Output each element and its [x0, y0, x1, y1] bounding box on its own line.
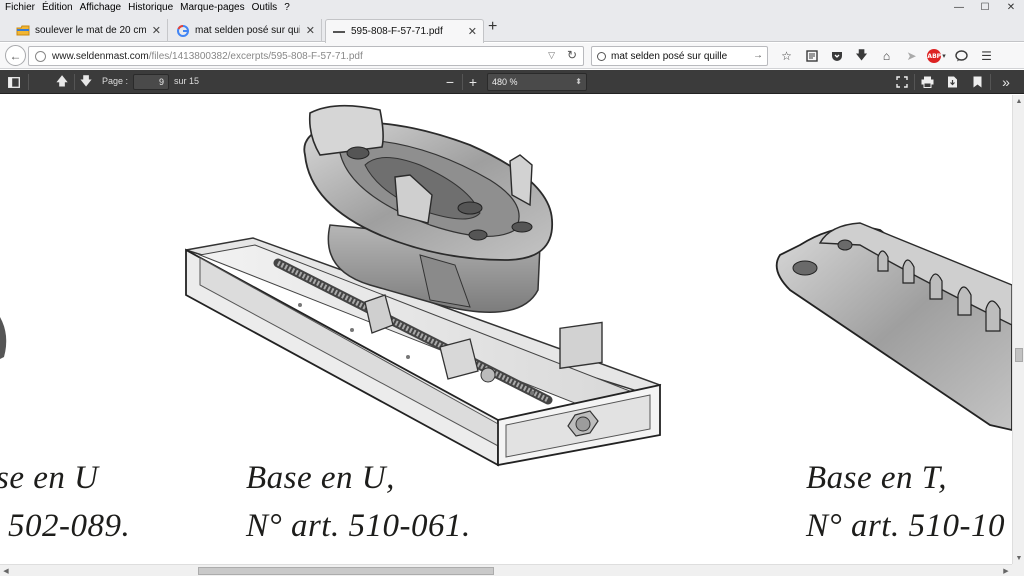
search-go-icon[interactable]: → [753, 50, 763, 61]
reading-list-icon[interactable] [799, 46, 824, 66]
pdf-document-view: se en U 502-089. Base en U, N° art. 510-… [0, 95, 1012, 564]
caption-t-base-title: Base en T, [806, 460, 947, 496]
fullscreen-icon[interactable] [892, 73, 912, 91]
tab-label: mat selden posé sur quille ... [195, 25, 300, 36]
save-document-icon[interactable] [942, 73, 962, 91]
toolbar-separator [990, 74, 991, 90]
maximize-button[interactable]: ☐ [972, 0, 998, 15]
pdf-toolbar: 🡅 🡇 Page : sur 15 − + 480 % ⬍ » [0, 70, 1024, 94]
vertical-scrollbar[interactable]: ▲ ▼ [1012, 95, 1024, 564]
zoom-select[interactable]: 480 % ⬍ [487, 73, 587, 91]
menu-edition[interactable]: Édition [38, 2, 76, 13]
toolbar-separator [914, 74, 915, 90]
tab-pdf-active[interactable]: 595-808-F-57-71.pdf ✕ [325, 19, 484, 43]
send-icon[interactable]: ➤ [899, 46, 924, 66]
tools-menu-icon[interactable]: » [996, 73, 1016, 91]
menu-bar: Fichier Édition Affichage Historique Mar… [0, 0, 1024, 15]
url-text[interactable]: www.seldenmast.com/files/1413800382/exce… [52, 51, 363, 62]
google-favicon-icon [176, 24, 190, 38]
menu-outils[interactable]: Outils [248, 2, 281, 13]
back-button[interactable]: ← [5, 45, 26, 66]
search-bar[interactable]: → [591, 46, 768, 66]
menu-icon[interactable]: ☰ [974, 46, 999, 66]
zoom-out-button[interactable]: − [440, 73, 460, 91]
home-icon[interactable]: ⌂ [874, 46, 899, 66]
search-icon [597, 51, 606, 61]
tab-soulever[interactable]: soulever le mat de 20 cm s... ✕ [10, 19, 168, 42]
toolbar-separator [74, 74, 75, 90]
tab-label: 595-808-F-57-71.pdf [351, 26, 443, 37]
reload-icon[interactable]: ↻ [567, 48, 577, 62]
scroll-right-icon[interactable]: ▶ [1000, 565, 1012, 577]
scrollbar-corner [1012, 564, 1024, 576]
left-partial-drawing [0, 317, 7, 359]
chat-icon[interactable] [949, 46, 974, 66]
scroll-left-icon[interactable]: ◀ [0, 565, 12, 577]
toolbar-icons: ☆ 🡇 ⌂ ➤ ABP ▾ ☰ [774, 46, 999, 66]
chevron-down-icon: ⬍ [575, 77, 582, 86]
pdf-favicon-icon [332, 25, 346, 39]
page-number-input[interactable] [133, 74, 169, 90]
tab-strip: soulever le mat de 20 cm s... ✕ mat seld… [0, 15, 1024, 43]
horizontal-scrollbar[interactable]: ◀ ▶ [0, 564, 1012, 576]
tab-close-icon[interactable]: ✕ [152, 24, 161, 37]
sidebar-toggle-icon[interactable] [4, 73, 24, 91]
url-dropdown-icon[interactable]: ▽ [548, 50, 555, 61]
menu-affichage[interactable]: Affichage [76, 2, 125, 13]
horizontal-scroll-thumb[interactable] [198, 567, 494, 575]
caption-t-base-article: N° art. 510-10 [806, 508, 1005, 544]
caption-u-base-article: N° art. 510-061. [246, 508, 471, 544]
url-domain: www.seldenmast.com [52, 50, 149, 62]
menu-help[interactable]: ? [280, 2, 293, 13]
menu-historique[interactable]: Historique [124, 2, 176, 13]
tab-label: soulever le mat de 20 cm s... [35, 25, 146, 36]
back-arrow-icon: ← [9, 48, 22, 63]
download-icon[interactable]: 🡇 [849, 46, 874, 66]
minimize-button[interactable]: — [946, 0, 972, 15]
page-total: sur 15 [174, 76, 200, 86]
print-icon[interactable] [917, 73, 937, 91]
tab-google-search[interactable]: mat selden posé sur quille ... ✕ [170, 19, 322, 42]
tab-close-icon[interactable]: ✕ [468, 25, 477, 38]
navigation-toolbar: ← www.seldenmast.com/files/1413800382/ex… [0, 43, 1024, 69]
vertical-scroll-thumb[interactable] [1015, 348, 1023, 362]
menu-fichier[interactable]: Fichier [0, 2, 38, 13]
bookmark-icon[interactable] [967, 73, 987, 91]
search-input[interactable] [611, 50, 751, 62]
adblock-icon[interactable]: ABP ▾ [924, 46, 949, 66]
next-page-icon[interactable]: 🡇 [76, 73, 96, 91]
page-label: Page : [102, 76, 129, 86]
url-path: /files/1413800382/excerpts/595-808-F-57-… [148, 50, 363, 62]
pocket-icon[interactable] [824, 46, 849, 66]
caption-left-line1: se en U [0, 460, 99, 496]
menu-marque-pages[interactable]: Marque-pages [176, 2, 247, 13]
caption-u-base-title: Base en U, [246, 460, 395, 496]
site-identity-icon[interactable] [35, 50, 46, 62]
toolbar-separator [28, 74, 29, 90]
window-controls: — ☐ ✕ [946, 0, 1024, 15]
caption-left-line2: 502-089. [8, 508, 131, 544]
star-icon[interactable]: ☆ [774, 46, 799, 66]
tab-close-icon[interactable]: ✕ [306, 24, 315, 37]
close-window-button[interactable]: ✕ [998, 0, 1024, 15]
folder-favicon-icon [16, 24, 30, 38]
scroll-up-icon[interactable]: ▲ [1013, 95, 1024, 107]
scroll-down-icon[interactable]: ▼ [1013, 552, 1024, 564]
zoom-in-button[interactable]: + [463, 73, 483, 91]
url-bar[interactable]: www.seldenmast.com/files/1413800382/exce… [28, 46, 584, 66]
previous-page-icon[interactable]: 🡅 [52, 73, 72, 91]
new-tab-button[interactable]: + [488, 18, 497, 36]
t-base-drawing [775, 222, 1012, 431]
zoom-value: 480 % [492, 77, 518, 87]
